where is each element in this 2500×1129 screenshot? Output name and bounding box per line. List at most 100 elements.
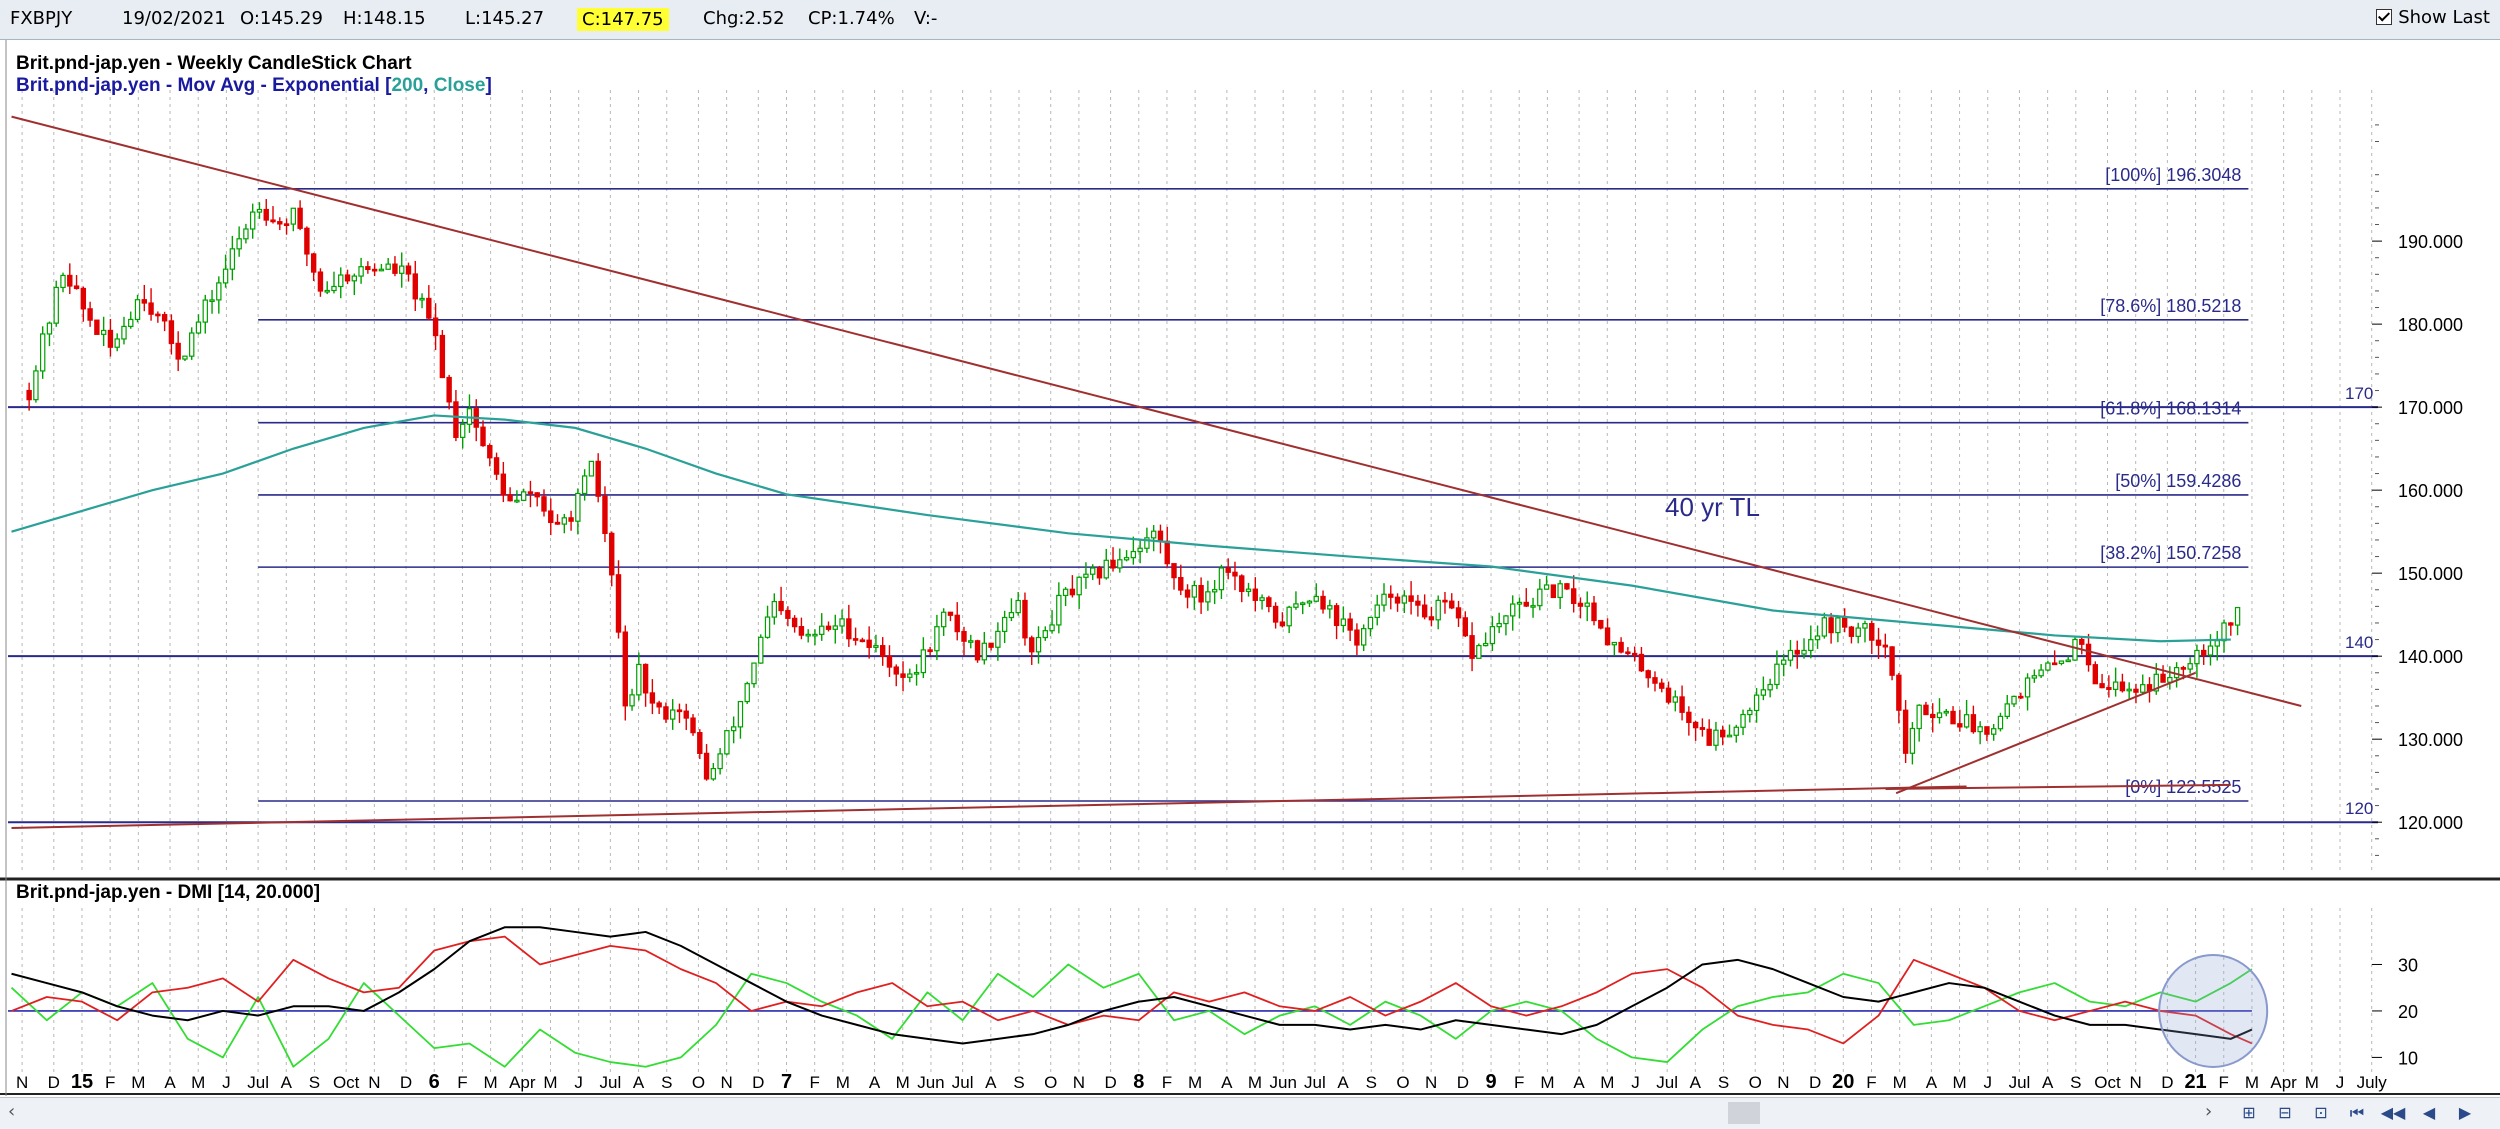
candle-body — [243, 228, 249, 240]
candle-body — [1625, 651, 1631, 655]
candle-body — [1503, 615, 1509, 625]
x-tick-label: D — [1809, 1073, 1821, 1092]
candle-body — [80, 287, 87, 310]
candle-body — [1706, 728, 1712, 746]
candle-body — [2133, 688, 2139, 693]
candle-body — [1001, 616, 1008, 632]
candle-body — [1516, 601, 1523, 605]
dmi-y-tick-label: 30 — [2398, 955, 2418, 975]
candle-body — [1415, 600, 1421, 606]
candle-body — [189, 332, 195, 357]
fib-label: [38.2%] 150.7258 — [2100, 543, 2241, 563]
candle-body — [1950, 710, 1956, 725]
fib-value-label: 122.5525 — [2166, 777, 2241, 797]
candle-body — [1604, 627, 1611, 646]
candle-body — [1733, 726, 1739, 736]
horizontal-scrollbar[interactable]: ‹ › ⊞ ⊟ ⊡ ⏮ ◀◀ ◀ ▶ — [0, 1097, 2500, 1129]
candle-body — [2051, 662, 2058, 666]
candle-body — [839, 618, 845, 627]
candle-body — [1591, 602, 1597, 622]
candle-body — [487, 444, 493, 459]
candle-body — [2011, 695, 2017, 705]
x-tick-label: A — [1926, 1073, 1938, 1092]
candle-body — [1211, 589, 1218, 593]
candle-body — [2126, 688, 2132, 692]
previous-page-icon[interactable]: ◀◀ — [2376, 1101, 2410, 1125]
ema-legend: Brit.pnd-jap.yen - Mov Avg - Exponential… — [16, 75, 492, 96]
zoom-fit-icon[interactable]: ⊡ — [2304, 1101, 2338, 1125]
candle-body — [1957, 723, 1963, 728]
candle-body — [1523, 601, 1529, 607]
checkbox-check-icon[interactable] — [2376, 9, 2393, 25]
x-tick-label: F — [2219, 1073, 2229, 1092]
candle-body — [724, 730, 730, 755]
candle-body — [1205, 591, 1211, 603]
candle-body — [866, 639, 872, 648]
x-tick-label: M — [1540, 1073, 1554, 1092]
candle-body — [1130, 550, 1137, 559]
x-tick-label: D — [1104, 1073, 1116, 1092]
zoom-in-icon[interactable]: ⊞ — [2232, 1101, 2266, 1125]
first-page-icon[interactable]: ⏮ — [2340, 1101, 2374, 1125]
candle-body — [2187, 663, 2193, 670]
x-tick-label: S — [661, 1073, 672, 1092]
candle-body — [642, 663, 649, 694]
candle-body — [2024, 677, 2031, 698]
candle-body — [1042, 630, 1048, 639]
candle-body — [819, 625, 825, 635]
candle-body — [758, 636, 764, 664]
candle-body — [1035, 636, 1042, 653]
candle-body — [1936, 712, 1943, 719]
x-tick-label: Jul — [247, 1073, 269, 1092]
candle-body — [1279, 621, 1286, 627]
previous-icon[interactable]: ◀ — [2412, 1101, 2446, 1125]
next-icon[interactable]: ▶ — [2448, 1101, 2482, 1125]
candle-body — [453, 401, 459, 438]
scroll-left-icon[interactable]: ‹ — [8, 1101, 15, 1122]
x-tick-label: O — [1396, 1073, 1409, 1092]
candle-body — [1828, 617, 1834, 634]
candle-body — [480, 426, 486, 447]
fib-label: [0%] 122.5525 — [2125, 777, 2241, 797]
candle-body — [954, 614, 960, 633]
x-tick-label: J — [2336, 1073, 2345, 1092]
candle-body — [1164, 540, 1170, 565]
candle-body — [216, 282, 222, 301]
candle-body — [1313, 595, 1319, 602]
x-tick-label: A — [1221, 1073, 1233, 1092]
candle-body — [256, 208, 263, 213]
fib-pct-label: [50%] — [2115, 471, 2166, 491]
zoom-out-icon[interactable]: ⊟ — [2268, 1101, 2302, 1125]
x-tick-label: M — [131, 1073, 145, 1092]
candle-body — [2180, 667, 2187, 670]
close-value: C:147.75 — [577, 8, 669, 31]
candle-body — [961, 631, 967, 642]
vertical-gridlines — [21, 90, 2373, 1076]
ema-legend-prefix: Brit.pnd-jap.yen - Mov Avg - Exponential… — [16, 75, 392, 96]
candle-body — [1469, 635, 1475, 659]
candle-body — [588, 460, 595, 477]
candle-body — [114, 338, 120, 348]
candle-body — [1394, 596, 1401, 604]
x-tick-label: F — [809, 1073, 819, 1092]
x-tick-label: Apr — [2270, 1073, 2297, 1092]
candle-body — [1306, 600, 1313, 604]
x-tick-label: A — [633, 1073, 645, 1092]
candle-body — [1930, 713, 1936, 719]
candle-body — [1449, 600, 1455, 609]
x-tick-label: N — [1425, 1073, 1437, 1092]
candle-body — [636, 663, 642, 696]
candle-body — [1747, 709, 1753, 716]
candle-body — [1862, 623, 1868, 629]
scroll-thumb[interactable] — [1728, 1102, 1760, 1124]
x-tick-label: A — [164, 1073, 176, 1092]
scroll-right-icon[interactable]: › — [2205, 1101, 2212, 1122]
show-last-checkbox[interactable]: Show Last — [2376, 7, 2490, 28]
candle-body — [222, 268, 229, 284]
chart-title: Brit.pnd-jap.yen - Weekly CandleStick Ch… — [16, 53, 412, 74]
candle-body — [324, 289, 330, 293]
low-value: L:145.27 — [465, 8, 545, 29]
x-tick-label: 8 — [1133, 1071, 1144, 1093]
x-tick-label: M — [543, 1073, 557, 1092]
candle-body — [1970, 714, 1977, 733]
